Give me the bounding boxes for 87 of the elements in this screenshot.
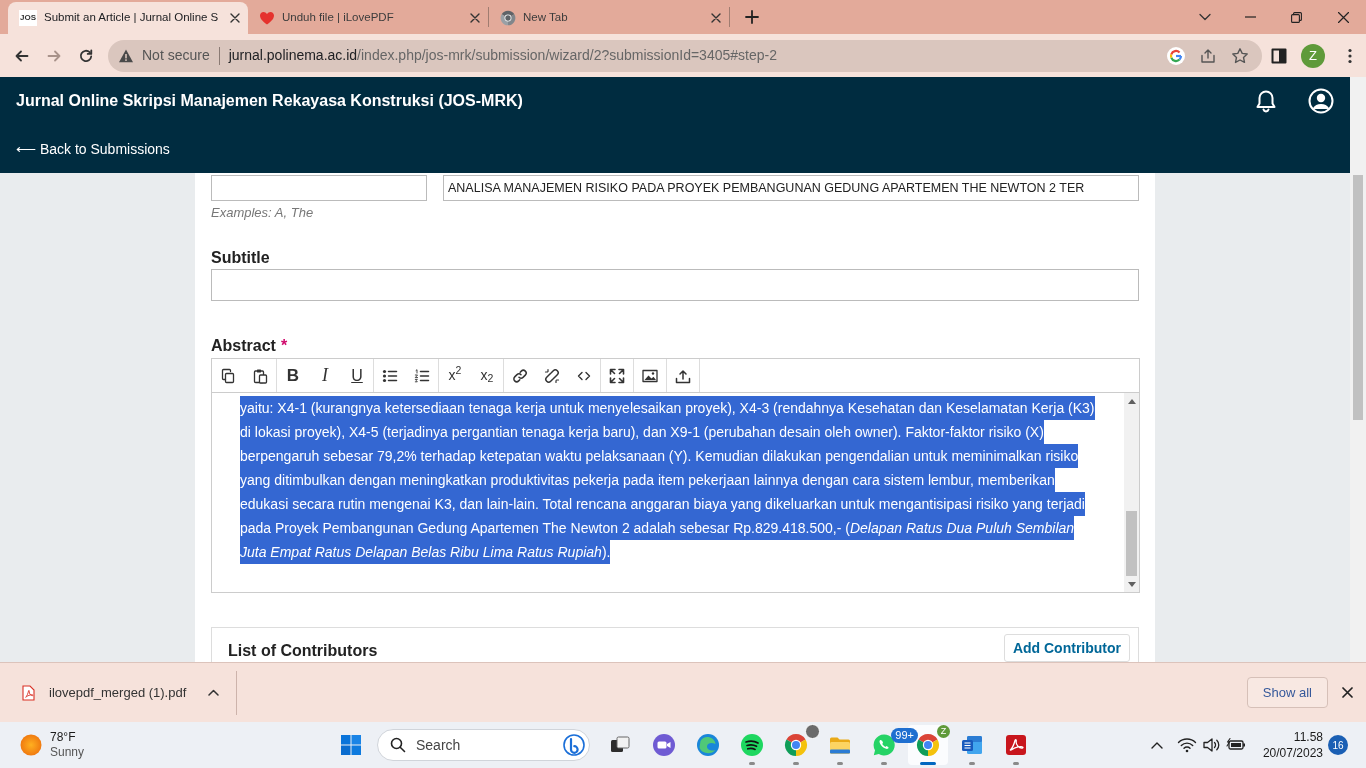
pdf-file-icon bbox=[20, 684, 36, 701]
battery-charging-icon[interactable] bbox=[1226, 737, 1246, 753]
clock-date[interactable]: 20/07/2023 bbox=[1262, 745, 1323, 761]
close-icon bbox=[230, 13, 240, 23]
warning-icon bbox=[118, 47, 134, 64]
prefix-field[interactable] bbox=[211, 175, 427, 201]
browser-logo-icon bbox=[500, 10, 516, 26]
star-icon[interactable] bbox=[1231, 46, 1249, 65]
underline-button[interactable]: U bbox=[341, 359, 373, 392]
field-label: Subtitle bbox=[211, 248, 270, 268]
pdf-app-icon bbox=[1004, 733, 1028, 757]
document-icon bbox=[960, 733, 984, 757]
g-logo-icon[interactable] bbox=[1167, 46, 1185, 65]
journal-title: Jurnal Online Skripsi Manajemen Rekayasa Konstruksi (JOS-MRK) bbox=[16, 91, 523, 111]
browser-tab[interactable]: Unduh file | iLovePDF bbox=[248, 2, 488, 34]
swirl-logo-icon bbox=[696, 733, 720, 757]
avatar-placeholder bbox=[805, 724, 820, 739]
scrollbar-thumb[interactable] bbox=[1353, 175, 1363, 420]
browser-tab[interactable]: New Tab bbox=[489, 2, 729, 34]
scrollbar-thumb[interactable] bbox=[1126, 511, 1137, 576]
chain-link-icon bbox=[512, 367, 528, 384]
title-field[interactable]: ANALISA MANAJEMEN RISIKO PADA PROYEK PEMBANGUNAN GEDUNG APARTEMEN THE NEWTON 2 TER bbox=[443, 175, 1139, 201]
page-scrollbar[interactable] bbox=[1350, 77, 1366, 662]
subscript-button[interactable]: x$_{2}$ bbox=[471, 359, 503, 392]
close-icon bbox=[1341, 687, 1353, 698]
kebab-menu-icon bbox=[1348, 47, 1352, 64]
browser-logo-icon bbox=[784, 733, 808, 757]
sun-icon bbox=[20, 734, 42, 756]
copy-icon bbox=[220, 367, 236, 384]
round-logo-icon[interactable] bbox=[563, 734, 585, 756]
windows-logo-icon bbox=[341, 735, 361, 755]
abstract-editor[interactable] bbox=[211, 393, 1140, 593]
chat-phone-icon bbox=[872, 733, 896, 757]
show-all-button[interactable]: Show all bbox=[1246, 677, 1328, 708]
field-label: Abstract bbox=[211, 336, 276, 356]
security-label[interactable]: Not secure bbox=[142, 45, 210, 66]
chevron-down-icon bbox=[1199, 13, 1211, 21]
add-contributor-button[interactable]: Add Contributor bbox=[1003, 634, 1130, 662]
wifi-icon[interactable] bbox=[1177, 737, 1197, 753]
notification-count-badge[interactable]: 16 bbox=[1328, 735, 1348, 755]
site-logo: JOS bbox=[19, 10, 37, 26]
clipboard-icon bbox=[252, 367, 268, 384]
triangle-down-icon[interactable] bbox=[1127, 581, 1136, 587]
required-mark: * bbox=[280, 336, 288, 356]
help-text: Examples: A, The bbox=[211, 205, 314, 221]
address-bar[interactable]: Not secure jurnal.polinema.ac.id/index.php/jos-mrk/submission/wizard/2?submissionId=3405#step-2 bbox=[108, 39, 1262, 72]
tray-arrow-icon bbox=[675, 367, 691, 384]
expand-arrows-icon bbox=[609, 367, 625, 384]
user-account-icon[interactable] bbox=[1308, 88, 1334, 114]
bold-button[interactable]: B bbox=[277, 359, 309, 392]
heart-icon bbox=[259, 10, 275, 26]
clock-time[interactable]: 11.58 bbox=[1293, 729, 1323, 745]
browser-tab[interactable]: JOS Submit an Article | Jurnal Online S bbox=[8, 2, 248, 34]
close-icon bbox=[470, 13, 480, 23]
superscript-button[interactable]: x$^{2}$ bbox=[439, 359, 471, 392]
back-to-submissions-link[interactable]: ⟵ Back to Submissions bbox=[16, 138, 170, 160]
minimize-icon bbox=[1244, 16, 1256, 18]
italic-button[interactable]: I bbox=[309, 359, 341, 392]
numbered-list-icon bbox=[414, 367, 430, 384]
side-panel-icon bbox=[1271, 47, 1287, 64]
close-icon bbox=[1337, 11, 1349, 23]
caret-up-icon bbox=[207, 689, 219, 696]
subtitle-field[interactable] bbox=[211, 269, 1139, 301]
weather-condition: Sunny bbox=[50, 745, 85, 760]
restore-icon bbox=[1291, 11, 1302, 23]
search-input[interactable]: Search bbox=[416, 734, 536, 756]
plus-icon bbox=[745, 10, 759, 24]
bulleted-list-icon bbox=[382, 367, 398, 384]
weather-temperature: 78°F bbox=[50, 730, 77, 745]
close-icon bbox=[711, 13, 721, 23]
share-icon[interactable] bbox=[1199, 46, 1217, 65]
url-text[interactable]: jurnal.polinema.ac.id/index.php/jos-mrk/submission/wizard/2?submissionId=3405#step-2 bbox=[228, 45, 777, 66]
editor-scrollbar[interactable] bbox=[1124, 393, 1139, 592]
download-file-name[interactable]: ilovepdf_merged (1).pdf bbox=[49, 682, 201, 703]
video-camera-icon bbox=[652, 733, 676, 757]
bell-icon[interactable] bbox=[1255, 89, 1277, 113]
section-title: List of Contributors bbox=[228, 641, 378, 661]
sound-waves-logo-icon bbox=[740, 733, 764, 757]
chevron-up-icon bbox=[1151, 741, 1163, 749]
notification-badge: 99+ bbox=[891, 728, 918, 743]
picture-icon bbox=[642, 367, 658, 384]
broken-link-icon bbox=[544, 367, 560, 384]
search-icon bbox=[390, 737, 406, 753]
browser-logo-icon bbox=[916, 733, 940, 757]
speaker-icon[interactable] bbox=[1202, 737, 1222, 753]
triangle-up-icon[interactable] bbox=[1127, 398, 1136, 404]
search-bar[interactable]: Search bbox=[377, 729, 590, 761]
